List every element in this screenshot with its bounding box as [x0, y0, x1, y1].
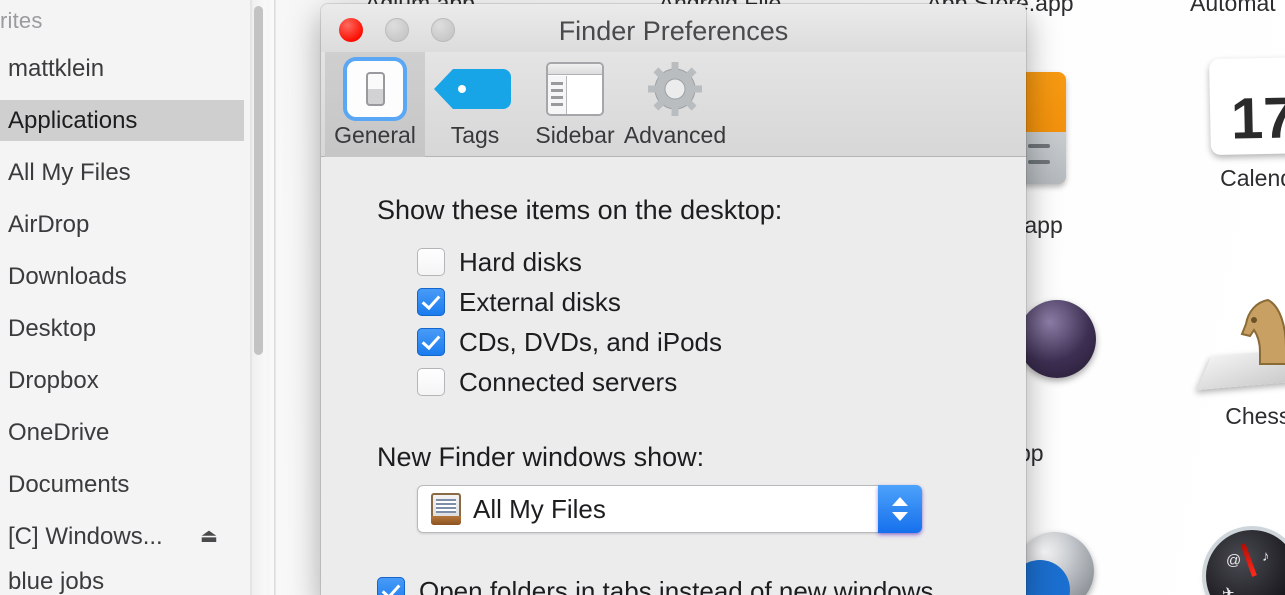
- calendar-month: JUL: [1217, 64, 1246, 80]
- calendar-icon: JUL 17: [1209, 56, 1285, 156]
- calendar-day: 17: [1230, 85, 1285, 152]
- sidebar-item-blue-jobs[interactable]: blue jobs: [0, 568, 244, 595]
- sidebar-item-label: blue jobs: [8, 568, 105, 595]
- checkbox-row-open-folders-in-tabs[interactable]: Open folders in tabs instead of new wind…: [377, 571, 1026, 595]
- dashboard-icon: @ ♪ ✈: [1206, 530, 1285, 595]
- sidebar-item-applications[interactable]: Applications: [0, 100, 244, 141]
- window-titlebar[interactable]: Finder Preferences: [321, 4, 1026, 52]
- dropdown-selected-value: All My Files: [473, 493, 606, 524]
- tab-label: Advanced: [623, 122, 727, 148]
- sidebar-item-label: AirDrop: [8, 210, 90, 238]
- checkbox-row-connected-servers[interactable]: Connected servers: [417, 362, 1026, 402]
- tag-icon: [434, 58, 511, 120]
- app-icon-dashboard[interactable]: @ ♪ ✈: [1206, 530, 1285, 595]
- sidebar-item-label: Downloads: [8, 262, 127, 290]
- app-icon-notes[interactable]: [1020, 72, 1066, 184]
- sidebar-item-label: All My Files: [8, 158, 131, 186]
- tab-label: Sidebar: [535, 122, 615, 148]
- sidebar-window-icon: [548, 58, 602, 120]
- sidebar-item-all-my-files[interactable]: All My Files: [0, 152, 244, 193]
- sidebar-scrollbar-thumb[interactable]: [254, 6, 263, 355]
- checkbox-label: Open folders in tabs instead of new wind…: [419, 575, 934, 595]
- app-icon-chess[interactable]: Chess.: [1196, 296, 1285, 430]
- checkbox-label: Connected servers: [459, 366, 678, 397]
- app-icon-purple[interactable]: [1018, 300, 1096, 383]
- chess-icon: [1196, 296, 1285, 392]
- sidebar-divider: [274, 0, 276, 595]
- sidebar-item-airdrop[interactable]: AirDrop: [0, 204, 244, 245]
- preferences-toolbar: General Tags Sidebar Advanced: [321, 52, 1026, 157]
- checkbox-row-cds-dvds-ipods[interactable]: CDs, DVDs, and iPods: [417, 322, 1026, 362]
- sidebar-item-windows-volume[interactable]: [C] Windows... ⏏: [0, 516, 244, 557]
- checkbox-external-disks[interactable]: [417, 288, 445, 316]
- gear-icon: [648, 58, 702, 120]
- finder-preferences-window: Finder Preferences General Tags Sidebar …: [321, 4, 1026, 595]
- app-icon-calendar[interactable]: JUL 17 Calenda: [1198, 56, 1285, 192]
- app-label-partial-1: .app: [1018, 212, 1063, 238]
- preferences-body: Show these items on the desktop: Hard di…: [321, 157, 1026, 595]
- tab-advanced[interactable]: Advanced: [623, 52, 727, 157]
- orange-app-icon: [1020, 72, 1066, 184]
- new-window-section-title: New Finder windows show:: [377, 442, 705, 472]
- sidebar-item-label: Documents: [8, 470, 130, 498]
- sidebar-item-label: mattklein: [8, 54, 105, 82]
- app-label-automator[interactable]: Automat: [1190, 0, 1285, 17]
- tab-sidebar[interactable]: Sidebar: [525, 52, 625, 157]
- steel-app-icon: [1016, 532, 1094, 595]
- sidebar-item-label: [C] Windows...: [8, 522, 163, 550]
- tab-tags[interactable]: Tags: [425, 52, 525, 157]
- checkbox-label: Hard disks: [459, 246, 582, 277]
- all-my-files-icon: [431, 493, 461, 525]
- checkbox-cds-dvds-ipods[interactable]: [417, 328, 445, 356]
- app-caption-calendar: Calenda: [1220, 165, 1285, 191]
- chevron-down-icon: [892, 512, 908, 521]
- general-switch-icon: [347, 58, 403, 120]
- chevron-up-icon: [892, 497, 908, 506]
- sidebar-item-label: Desktop: [8, 314, 97, 342]
- sidebar-item-label: Dropbox: [8, 366, 99, 394]
- sidebar-item-onedrive[interactable]: OneDrive: [0, 412, 244, 453]
- checkbox-row-hard-disks[interactable]: Hard disks: [417, 242, 1026, 282]
- sidebar-section-header: rites: [0, 8, 43, 33]
- tab-label: General: [334, 122, 416, 148]
- sidebar-item-label: OneDrive: [8, 418, 110, 446]
- finder-sidebar: rites mattklein Applications All My File…: [0, 0, 276, 595]
- checkbox-connected-servers[interactable]: [417, 368, 445, 396]
- sidebar-item-label: Applications: [8, 106, 138, 134]
- checkbox-open-folders-in-tabs[interactable]: [377, 577, 405, 595]
- app-icon-steel[interactable]: [1016, 532, 1094, 595]
- sidebar-item-documents[interactable]: Documents: [0, 464, 244, 505]
- checkbox-label: External disks: [459, 286, 621, 317]
- tab-general[interactable]: General: [325, 52, 425, 157]
- tab-label: Tags: [450, 122, 500, 148]
- desktop-section-title: Show these items on the desktop:: [377, 195, 783, 225]
- sidebar-item-dropbox[interactable]: Dropbox: [0, 360, 244, 401]
- app-label-partial-2: pp: [1018, 440, 1044, 466]
- checkbox-row-external-disks[interactable]: External disks: [417, 282, 1026, 322]
- checkbox-label: CDs, DVDs, and iPods: [459, 326, 722, 357]
- new-finder-window-dropdown[interactable]: All My Files: [417, 485, 922, 533]
- sidebar-item-mattklein[interactable]: mattklein: [0, 48, 244, 89]
- purple-app-icon: [1018, 300, 1096, 378]
- sidebar-item-downloads[interactable]: Downloads: [0, 256, 244, 297]
- sidebar-scrollbar[interactable]: [252, 0, 266, 595]
- dropdown-stepper[interactable]: [878, 485, 922, 533]
- checkbox-hard-disks[interactable]: [417, 248, 445, 276]
- sidebar-item-desktop[interactable]: Desktop: [0, 308, 244, 349]
- app-caption-chess: Chess.: [1225, 403, 1285, 429]
- eject-icon[interactable]: ⏏: [200, 527, 218, 546]
- window-title: Finder Preferences: [558, 16, 789, 46]
